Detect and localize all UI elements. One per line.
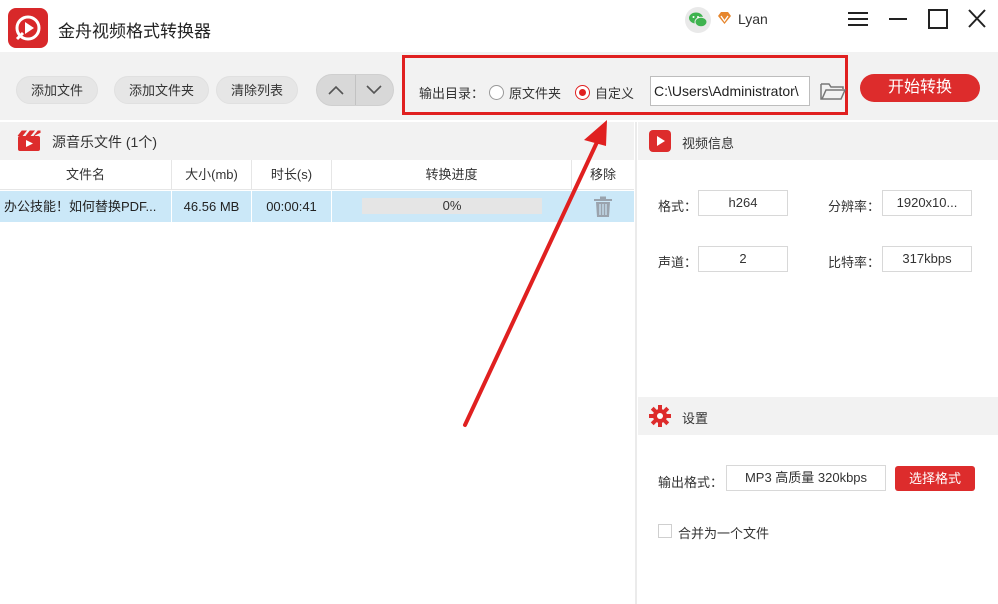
radio-circle[interactable]: [489, 85, 504, 100]
choose-format-button[interactable]: 选择格式: [895, 466, 975, 491]
radio-custom[interactable]: 自定义: [575, 83, 634, 102]
wechat-icon[interactable]: [685, 7, 711, 33]
table-row[interactable]: 办公技能！如何替换PDF... 46.56 MB 00:00:41 0%: [0, 191, 634, 222]
app-window: 金舟视频格式转换器 Lyan 添加文件 添加文件夹 清除列表 输出目录： 原文件…: [0, 0, 998, 604]
file-list-title: 源音乐文件 (1个): [52, 134, 157, 150]
column-header-remove: 移除: [589, 167, 616, 182]
title-bar: 金舟视频格式转换器 Lyan: [0, 0, 998, 52]
video-icon: [649, 130, 671, 155]
file-size-cell: 46.56 MB: [172, 191, 252, 222]
video-info-title: 视频信息: [682, 136, 735, 151]
progress-text: 0%: [442, 198, 462, 213]
radio-circle-selected[interactable]: [575, 85, 590, 100]
channels-value: 2: [698, 246, 788, 272]
add-folder-button[interactable]: 添加文件夹: [114, 76, 210, 104]
video-info-header: 视频信息: [638, 122, 998, 160]
panel-divider: [635, 122, 637, 604]
up-arrow-icon[interactable]: [317, 75, 355, 105]
start-convert-button[interactable]: 开始转换: [860, 74, 980, 102]
bitrate-value: 317kbps: [882, 246, 972, 272]
resolution-value: 1920x10...: [882, 190, 972, 216]
resolution-label: 分辨率：: [828, 199, 881, 214]
output-path-input[interactable]: [650, 76, 810, 106]
column-header-size: 大小(mb): [172, 160, 252, 190]
channels-label: 声道：: [658, 255, 698, 270]
reorder-buttons: [316, 74, 394, 106]
menu-icon[interactable]: [846, 8, 870, 30]
file-table-header: 文件名 大小(mb) 时长(s) 转换进度 移除: [0, 160, 634, 190]
username[interactable]: Lyan: [738, 11, 768, 27]
column-header-duration: 时长(s): [252, 160, 332, 190]
output-directory-box: 输出目录： 原文件夹 自定义: [402, 55, 848, 115]
file-duration-cell: 00:00:41: [252, 191, 332, 222]
settings-header: 设置: [638, 397, 998, 435]
merge-label[interactable]: 合并为一个文件: [678, 523, 769, 542]
output-format-label: 输出格式：: [658, 475, 724, 490]
output-format-value: MP3 高质量 320kbps: [726, 465, 886, 491]
column-header-filename: 文件名: [0, 160, 172, 190]
add-file-button[interactable]: 添加文件: [16, 76, 99, 104]
clear-list-button[interactable]: 清除列表: [216, 76, 299, 104]
settings-title: 设置: [682, 411, 709, 426]
output-directory-label: 输出目录：: [419, 86, 485, 101]
down-arrow-icon[interactable]: [354, 75, 394, 105]
radio-original-folder[interactable]: 原文件夹: [489, 83, 561, 102]
gear-icon: [649, 405, 671, 430]
file-list-header: 源音乐文件 (1个): [0, 122, 634, 160]
maximize-icon[interactable]: [926, 8, 950, 30]
file-name-cell: 办公技能！如何替换PDF...: [0, 191, 172, 222]
close-icon[interactable]: [965, 8, 989, 30]
merge-checkbox[interactable]: [658, 524, 672, 538]
film-icon: [17, 130, 41, 155]
progress-bar: 0%: [362, 198, 542, 214]
radio-original-label: 原文件夹: [509, 86, 562, 101]
folder-icon[interactable]: [819, 80, 847, 105]
bitrate-label: 比特率：: [828, 255, 881, 270]
vip-icon: [717, 11, 732, 28]
radio-custom-label: 自定义: [595, 86, 635, 101]
trash-icon[interactable]: [593, 196, 613, 221]
column-header-progress: 转换进度: [332, 160, 572, 190]
app-logo-icon: [8, 8, 48, 48]
format-value: h264: [698, 190, 788, 216]
app-title: 金舟视频格式转换器: [58, 22, 211, 41]
format-label: 格式：: [658, 199, 698, 214]
minimize-icon[interactable]: [886, 8, 910, 30]
